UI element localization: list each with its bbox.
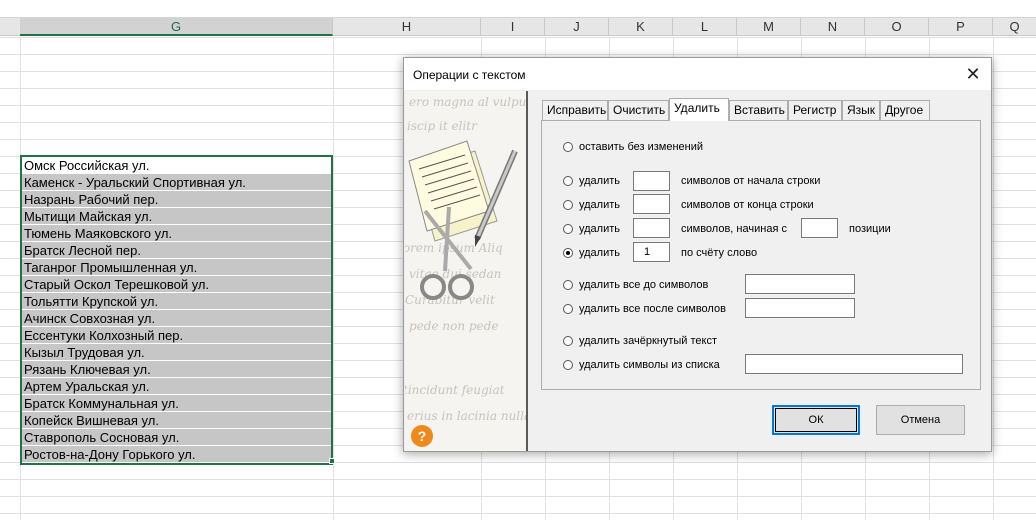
cell[interactable]: Артем Уральская ул.: [22, 378, 331, 395]
position-input[interactable]: [801, 218, 838, 238]
all-after-chars-input[interactable]: [745, 298, 855, 318]
cell[interactable]: Братск Коммунальная ул.: [22, 395, 331, 412]
cell[interactable]: Братск Лесной пер.: [22, 242, 331, 259]
column-header-i[interactable]: I: [481, 18, 545, 36]
cell[interactable]: Тюмень Маяковского ул.: [22, 225, 331, 242]
cell[interactable]: Ачинск Совхозная ул.: [22, 310, 331, 327]
tab-other[interactable]: Другое: [880, 100, 930, 120]
cell[interactable]: Ессентуки Колхозный пер.: [22, 327, 331, 344]
cell[interactable]: Ростов-на-Дону Горького ул.: [22, 446, 331, 463]
label-starting-at: символов, начиная с: [681, 223, 787, 235]
tab-language[interactable]: Язык: [842, 100, 880, 120]
from-start-count-input[interactable]: [633, 171, 670, 191]
tab-insert[interactable]: Вставить: [729, 100, 788, 120]
radio-delete-word-by-count[interactable]: [563, 248, 573, 258]
cell[interactable]: Таганрог Промышленная ул.: [22, 259, 331, 276]
all-before-chars-input[interactable]: [745, 274, 855, 294]
radio-delete-from-start[interactable]: [563, 176, 573, 186]
column-header-q[interactable]: Q: [993, 18, 1036, 36]
column-header-g[interactable]: G: [20, 18, 333, 36]
label-from-list: удалить символы из списка: [579, 359, 720, 371]
dialog-titlebar[interactable]: Операции с текстом ✕: [404, 58, 991, 90]
text-operations-dialog: Операции с текстом ✕ ero magna al vulpu …: [403, 57, 992, 452]
label-delete: удалить: [579, 223, 621, 235]
cell[interactable]: Рязань Ключевая ул.: [22, 361, 331, 378]
ribbon-area: [0, 0, 1036, 18]
cell[interactable]: Копейск Вишневая ул.: [22, 412, 331, 429]
cell[interactable]: Мытищи Майская ул.: [22, 208, 331, 225]
column-header-bar: G H I J K L M N O P Q: [0, 0, 1036, 36]
radio-delete-strikethrough[interactable]: [563, 336, 573, 346]
tab-case[interactable]: Регистр: [788, 100, 842, 120]
label-all-before: удалить все до символов: [579, 279, 709, 291]
label-keep: оставить без изменений: [579, 141, 704, 153]
label-all-after: удалить все после символов: [579, 303, 726, 315]
radio-delete-from-list[interactable]: [563, 360, 573, 370]
column-header-n[interactable]: N: [801, 18, 865, 36]
selected-range[interactable]: Омск Российская ул. Каменск - Уральский …: [20, 155, 333, 465]
starting-at-count-input[interactable]: [633, 218, 670, 238]
cell[interactable]: Назрань Рабочий пер.: [22, 191, 331, 208]
radio-delete-from-end[interactable]: [563, 200, 573, 210]
radio-delete-all-after[interactable]: [563, 304, 573, 314]
tab-clean[interactable]: Очистить: [608, 100, 669, 120]
grid-line: [333, 37, 334, 520]
column-header-l[interactable]: L: [673, 18, 737, 36]
cancel-button[interactable]: Отмена: [876, 405, 965, 435]
label-word-by-count: по счёту слово: [681, 247, 758, 259]
word-number-input[interactable]: 1: [633, 242, 670, 262]
label-strikethrough: удалить зачёркнутый текст: [579, 335, 717, 347]
label-from-end: символов от конца строки: [681, 199, 814, 211]
grid-line: [993, 37, 994, 520]
tab-fix[interactable]: Исправить: [542, 100, 608, 120]
fill-handle[interactable]: [329, 458, 335, 464]
label-position: позиции: [849, 223, 891, 235]
cell[interactable]: Омск Российская ул.: [22, 157, 331, 174]
cell[interactable]: Старый Оскол Терешковой ул.: [22, 276, 331, 293]
radio-delete-all-before[interactable]: [563, 280, 573, 290]
label-from-start: символов от начала строки: [681, 175, 821, 187]
radio-keep[interactable]: [563, 142, 573, 152]
close-icon[interactable]: ✕: [961, 62, 985, 86]
radio-delete-starting-at[interactable]: [563, 224, 573, 234]
tab-panel-delete: оставить без изменений удалить символов …: [541, 120, 981, 390]
column-header-o[interactable]: O: [865, 18, 929, 36]
cell[interactable]: Ставрополь Сосновая ул.: [22, 429, 331, 446]
char-list-input[interactable]: [745, 354, 963, 374]
label-delete: удалить: [579, 175, 621, 187]
cell[interactable]: Каменск - Уральский Спортивная ул.: [22, 174, 331, 191]
column-header-k[interactable]: K: [609, 18, 673, 36]
decorative-side-image: ero magna al vulpu iscip it elitr lorem …: [405, 91, 528, 451]
column-header-m[interactable]: M: [737, 18, 801, 36]
label-delete: удалить: [579, 247, 621, 259]
tab-delete[interactable]: Удалить: [669, 98, 729, 121]
from-end-count-input[interactable]: [633, 194, 670, 214]
column-header-h[interactable]: H: [333, 18, 481, 36]
cell[interactable]: Кызыл Трудовая ул.: [22, 344, 331, 361]
cell[interactable]: Тольятти Крупской ул.: [22, 293, 331, 310]
dialog-title: Операции с текстом: [413, 68, 526, 82]
scissors-paper-icon: [408, 140, 518, 300]
column-header-j[interactable]: J: [545, 18, 609, 36]
ok-button[interactable]: ОК: [772, 405, 860, 435]
column-header-p[interactable]: P: [929, 18, 993, 36]
label-delete: удалить: [579, 199, 621, 211]
help-icon[interactable]: ?: [411, 425, 433, 447]
